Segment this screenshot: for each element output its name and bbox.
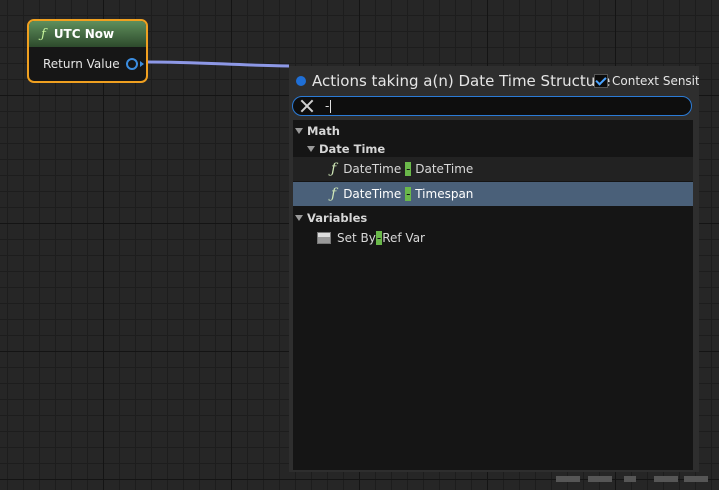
resize-handle[interactable] (556, 476, 580, 482)
context-sensitive-checkbox[interactable] (594, 74, 608, 88)
category-math[interactable]: Math (293, 122, 693, 140)
item-label-pre: DateTime (343, 162, 406, 176)
item-label-post: Timespan (411, 187, 474, 201)
expand-triangle-icon[interactable] (295, 128, 303, 134)
item-label-post: Ref Var (382, 231, 425, 245)
category-date-time[interactable]: Date Time (293, 140, 693, 158)
expand-triangle-icon[interactable] (307, 146, 315, 152)
context-sensitive-label: Context Sensiti (612, 74, 699, 88)
expand-triangle-icon[interactable] (295, 215, 303, 221)
menu-title-bar: Actions taking a(n) Date Time Structure (291, 71, 610, 91)
utc-now-node[interactable]: ƒ UTC Now Return Value (27, 19, 148, 83)
resize-handle[interactable] (684, 476, 708, 482)
list-item-datetime-minus-timespan[interactable]: ƒ DateTime - Timespan (293, 182, 693, 206)
function-icon: ƒ (331, 186, 337, 202)
list-item-set-by-ref-var[interactable]: Set By - Ref Var (293, 226, 693, 250)
category-label: Variables (307, 211, 368, 225)
action-menu: Actions taking a(n) Date Time Structure … (289, 66, 699, 472)
context-sensitive-toggle[interactable]: Context Sensiti (591, 72, 699, 90)
node-title: UTC Now (53, 27, 115, 41)
item-label-pre: DateTime (343, 187, 406, 201)
resize-handle[interactable] (624, 476, 636, 482)
node-body: Return Value (29, 47, 146, 81)
pin-arrow-icon (139, 61, 144, 67)
struct-type-icon (296, 76, 306, 86)
text-caret (330, 99, 332, 113)
item-label-pre: Set By (337, 231, 376, 245)
category-variables[interactable]: Variables (293, 209, 693, 227)
function-icon: ƒ (331, 161, 337, 177)
clear-icon[interactable] (299, 98, 315, 114)
resize-handle[interactable] (588, 476, 612, 482)
action-list[interactable]: Math Date Time ƒ DateTime - DateTime ƒ D… (293, 120, 693, 470)
function-icon: ƒ (41, 26, 46, 42)
search-input[interactable]: - (292, 96, 692, 116)
item-label-post: DateTime (411, 162, 474, 176)
resize-handle[interactable] (654, 476, 678, 482)
variable-icon (317, 232, 331, 244)
search-text: - (325, 99, 330, 113)
return-value-label: Return Value (43, 57, 120, 71)
category-label: Math (307, 124, 340, 138)
return-value-pin-icon[interactable] (125, 58, 138, 70)
list-item-datetime-minus-datetime[interactable]: ƒ DateTime - DateTime (293, 157, 693, 181)
menu-title: Actions taking a(n) Date Time Structure (312, 72, 611, 90)
category-label: Date Time (319, 142, 386, 156)
node-header[interactable]: ƒ UTC Now (29, 21, 146, 47)
